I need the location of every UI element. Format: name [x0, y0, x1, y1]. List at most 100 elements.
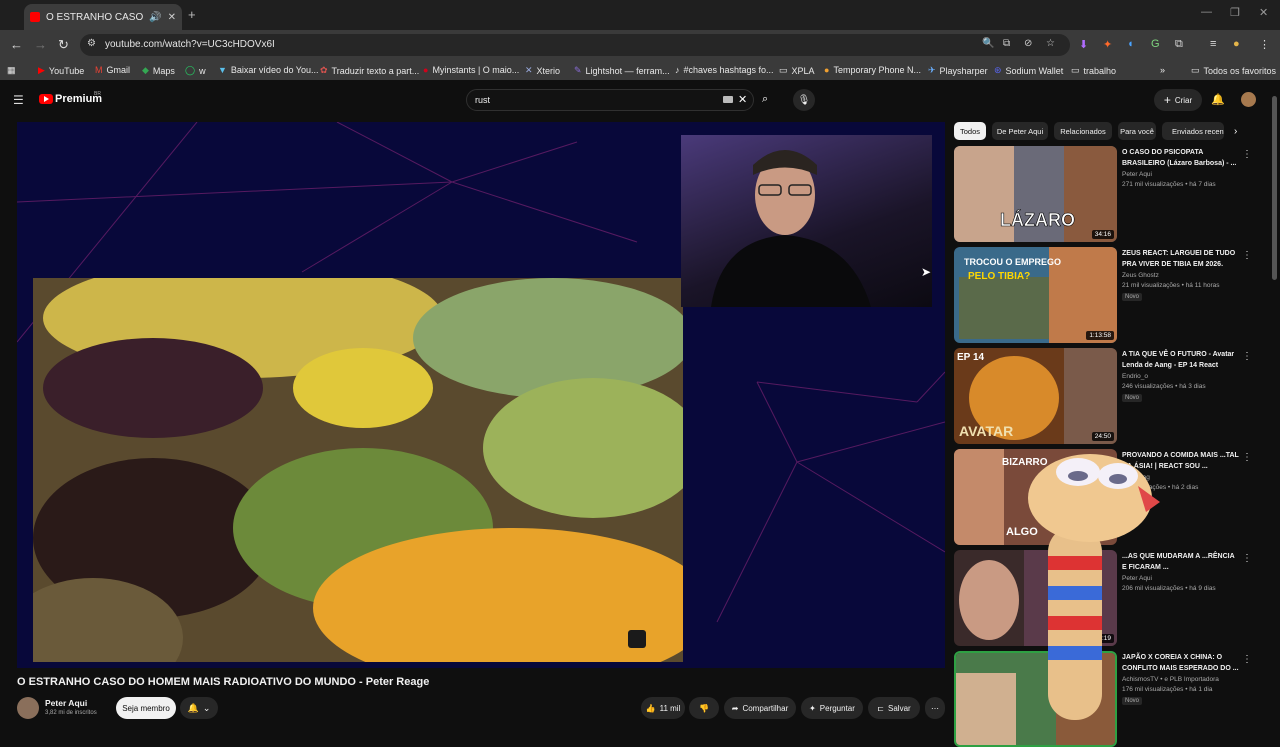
new-tab-icon[interactable]: +	[188, 7, 196, 22]
svg-text:AVATAR: AVATAR	[959, 423, 1013, 439]
new-badge: Novo	[1122, 394, 1143, 402]
media-control-icon[interactable]: ≡	[1210, 38, 1216, 50]
grammar-extension-icon[interactable]: G	[1151, 38, 1160, 50]
more-options-icon[interactable]: ⋮	[1242, 149, 1252, 160]
chip-todos[interactable]: Todos	[954, 122, 986, 140]
more-options-icon[interactable]: ⋮	[1242, 250, 1252, 261]
keyboard-icon[interactable]	[723, 96, 733, 103]
account-avatar[interactable]	[1241, 92, 1256, 107]
bookmark-xterio[interactable]: ✕ Xterio	[525, 65, 560, 76]
bookmark-trabalho[interactable]: ▭ trabalho	[1071, 65, 1116, 76]
minimize-icon[interactable]: —	[1201, 6, 1212, 18]
bookmark-lightshot[interactable]: ✎ Lightshot — ferram...	[574, 65, 670, 76]
recommendation-title[interactable]: A TIA QUE VÊ O FUTURO - Avatar Lenda de …	[1122, 350, 1240, 371]
speaker-icon[interactable]: 🔊	[149, 12, 161, 23]
back-icon[interactable]: ←	[10, 37, 23, 52]
video-thumbnail[interactable]: EP 14 AVATAR 24:50	[954, 348, 1117, 444]
close-window-icon[interactable]: ✕	[1259, 6, 1268, 19]
more-actions-button[interactable]: ⋯	[925, 697, 945, 719]
channel-avatar[interactable]	[17, 697, 39, 719]
bookmark-chaves[interactable]: ♪ #chaves hashtags fo...	[675, 65, 774, 75]
search-box[interactable]	[466, 89, 754, 111]
chevron-right-icon[interactable]: ›	[1234, 126, 1237, 137]
more-options-icon[interactable]: ⋮	[1242, 553, 1252, 564]
bookmark-sodium-wallet[interactable]: ⊛ Sodium Wallet	[994, 65, 1063, 76]
more-bookmarks-icon[interactable]: »	[1160, 65, 1165, 75]
audio-extension-icon[interactable]: ◖	[1127, 38, 1134, 50]
bookmark-playsharper[interactable]: ✈ Playsharper	[928, 65, 988, 76]
dislike-button[interactable]: 👎	[689, 697, 719, 719]
eye-off-icon[interactable]: ⊘	[1024, 38, 1032, 49]
close-tab-icon[interactable]: ✕	[168, 12, 176, 23]
bookmark-star-icon[interactable]: ☆	[1046, 38, 1055, 49]
video-thumbnail[interactable]: LÁZARO 34:16	[954, 146, 1117, 242]
recommendation-channel[interactable]: Zeus Ghostz	[1122, 272, 1159, 279]
chip-relacionados[interactable]: Relacionados	[1054, 122, 1112, 140]
like-button[interactable]: 👍 11 mil	[641, 697, 685, 719]
bookmark-temporary-phone[interactable]: ● Temporary Phone N...	[824, 65, 921, 75]
more-options-icon[interactable]: ⋮	[1242, 452, 1252, 463]
bookmark-youtube[interactable]: ▶ YouTube	[38, 65, 84, 76]
chip-de-peter-aqui[interactable]: De Peter Aqui	[992, 122, 1048, 140]
channel-name[interactable]: Peter Aqui	[45, 698, 87, 708]
svg-text:TROCOU O EMPREGO: TROCOU O EMPREGO	[964, 257, 1061, 267]
bookmark-baixar-video[interactable]: ▼ Baixar vídeo do You...	[218, 65, 319, 75]
thumbs-up-icon: 👍	[645, 703, 656, 713]
download-extension-icon[interactable]: ⬇	[1079, 38, 1088, 51]
recommendation-title[interactable]: ZEUS REACT: LARGUEI DE TUDO PRA VIVER DE…	[1122, 249, 1240, 270]
video-thumbnail[interactable]: TROCOU O EMPREGO PELO TIBIA? 1:13:58	[954, 247, 1117, 343]
restore-icon[interactable]: ❐	[1230, 6, 1240, 19]
ask-button[interactable]: ✦ Perguntar	[801, 697, 863, 719]
video-player[interactable]	[17, 122, 945, 668]
phone-icon: ●	[824, 65, 830, 75]
install-icon[interactable]: ⧉	[1003, 38, 1010, 49]
chevron-down-icon: ⌄	[202, 702, 211, 713]
reload-icon[interactable]: ↻	[58, 37, 69, 53]
bookmark-traduzir[interactable]: ✿ Traduzir texto a part...	[320, 65, 419, 76]
scrollbar-thumb[interactable]	[1272, 96, 1277, 280]
folder-icon: ▭	[779, 65, 788, 75]
hamburger-menu-icon[interactable]: ☰	[13, 93, 24, 107]
more-options-icon[interactable]: ⋮	[1242, 351, 1252, 362]
more-options-icon[interactable]: ⋮	[1242, 654, 1252, 665]
folder-icon: ▭	[1071, 65, 1080, 75]
extensions-icon[interactable]: ⧉	[1175, 38, 1183, 51]
subscription-bell-button[interactable]: 🔔 ⌄	[180, 697, 218, 719]
search-input[interactable]: rust	[475, 95, 490, 105]
browser-menu-icon[interactable]: ⋮	[1259, 38, 1270, 51]
mouse-cursor-icon: ➤	[921, 265, 932, 279]
video-duration: 24:50	[1091, 432, 1114, 441]
share-button[interactable]: ➦ Compartilhar	[724, 697, 796, 719]
join-membership-button[interactable]: Seja membro	[116, 697, 176, 719]
search-icon[interactable]: ⌕	[762, 93, 768, 106]
microphone-icon[interactable]: 🎙	[793, 89, 815, 111]
browser-tab[interactable]: O ESTRANHO CASO DO HOMEM 🔊 ✕	[24, 4, 182, 30]
clear-search-icon[interactable]: ✕	[738, 93, 747, 106]
save-button[interactable]: ⊏ Salvar	[868, 697, 920, 719]
bookmark-all-favorites[interactable]: ▭ Todos os favoritos	[1191, 65, 1276, 76]
bookmark-myinstants[interactable]: ● Myinstants | O maio...	[423, 65, 519, 75]
recommendation-item[interactable]: TROCOU O EMPREGO PELO TIBIA? 1:13:58 ZEUS…	[954, 247, 1254, 343]
chip-enviados-recentemente[interactable]: Enviados recentemente	[1162, 122, 1224, 140]
youtube-logo-icon[interactable]	[39, 94, 53, 104]
bookmark-whatsapp[interactable]: ◯ w	[185, 65, 206, 76]
bookmark-gmail[interactable]: M Gmail	[95, 65, 130, 75]
chip-para-voce[interactable]: Para você	[1118, 122, 1156, 140]
bookmarks-bar: ▦ ▶ YouTube M Gmail ◆ Maps ◯ w ▼ Baixar vídeo…	[0, 60, 1280, 80]
recommendation-item[interactable]: EP 14 AVATAR 24:50 A TIA QUE VÊ O FUTURO …	[954, 348, 1254, 444]
recommendation-channel[interactable]: Endrio_o	[1122, 373, 1148, 380]
extension-icon[interactable]: ✦	[1103, 38, 1112, 51]
forward-icon[interactable]: →	[34, 37, 47, 52]
create-button[interactable]: + Criar	[1154, 89, 1202, 111]
apps-icon[interactable]: ▦	[7, 65, 16, 76]
recommendation-title[interactable]: O CASO DO PSICOPATA BRASILEIRO (Lázaro B…	[1122, 148, 1240, 169]
recommendation-item[interactable]: LÁZARO 34:16 O CASO DO PSICOPATA BRASILE…	[954, 146, 1254, 242]
notifications-bell-icon[interactable]: 🔔	[1211, 93, 1225, 106]
zoom-icon[interactable]: 🔍	[982, 38, 994, 49]
profile-icon[interactable]: ●	[1233, 38, 1240, 50]
site-info-icon[interactable]: ⚙	[87, 38, 96, 49]
recommendation-channel[interactable]: Peter Aqui	[1122, 171, 1152, 178]
tab-title: O ESTRANHO CASO DO HOMEM	[46, 11, 144, 23]
bookmark-maps[interactable]: ◆ Maps	[142, 65, 175, 76]
bookmark-xpla[interactable]: ▭ XPLA	[779, 65, 815, 76]
